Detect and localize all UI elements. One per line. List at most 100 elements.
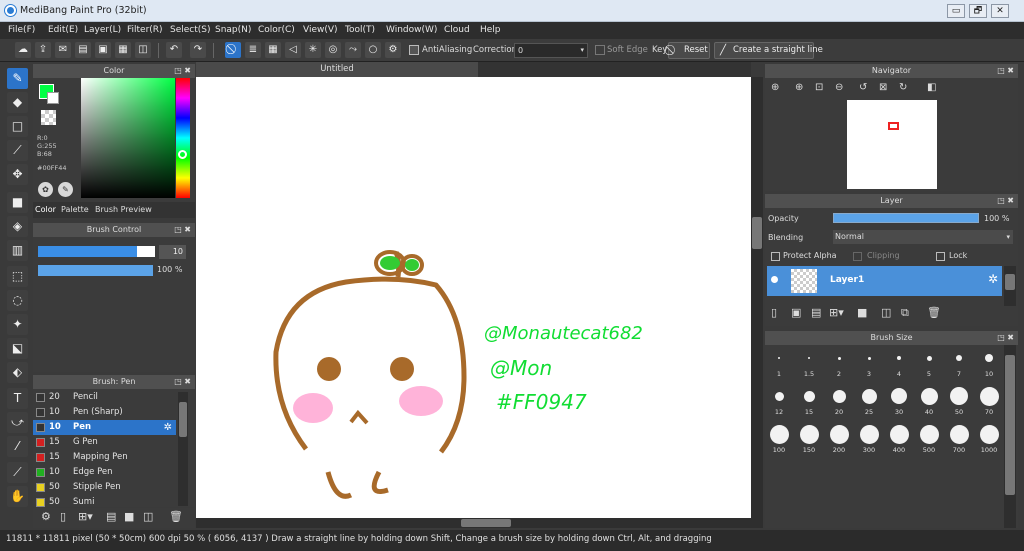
brush-size-preset[interactable] <box>859 424 879 444</box>
brush-size-preset[interactable] <box>861 388 877 404</box>
add-layer-menu-icon[interactable]: ⊞▾ <box>829 306 844 319</box>
new-layer-icon[interactable]: ▯ <box>771 306 777 319</box>
color-wheel-icon[interactable]: ✿ <box>38 182 53 197</box>
grid-icon[interactable]: ▦ <box>115 42 131 58</box>
brush-size-scroll-thumb[interactable] <box>1005 355 1015 495</box>
brush-size-preset[interactable] <box>799 424 819 444</box>
panel-float-close-icon[interactable]: ◳ ✖ <box>997 194 1014 208</box>
correction-select[interactable]: 0 ▾ <box>514 43 588 58</box>
brush-size-preset[interactable] <box>950 387 968 405</box>
undo-icon[interactable]: ↶ <box>166 42 182 58</box>
brush-size-preset[interactable] <box>837 356 841 360</box>
settings-snap-icon[interactable]: ⚙ <box>385 42 401 58</box>
new-8bit-layer-icon[interactable]: ▤ <box>811 306 821 319</box>
curve-snap-icon[interactable]: ⤳ <box>345 42 361 58</box>
hand-tool-icon[interactable]: ✋ <box>7 486 28 507</box>
divide-tool-icon[interactable]: ⁄ <box>7 436 28 457</box>
grid-snap-icon[interactable]: ▦ <box>265 42 281 58</box>
brush-list-item[interactable]: 10 Edge Pen <box>33 465 176 480</box>
brush-size-preset[interactable] <box>829 424 849 444</box>
brush-size-preset[interactable] <box>979 424 999 444</box>
panel-float-close-icon[interactable]: ◳ ✖ <box>997 64 1014 78</box>
menu-layer[interactable]: Layer(L) <box>84 25 121 35</box>
layer-opacity-slider[interactable] <box>833 213 979 223</box>
background-color-swatch[interactable] <box>47 92 59 104</box>
minimize-button[interactable]: ▭ <box>947 4 965 18</box>
add-brush-icon[interactable]: ⊞▾ <box>78 510 93 523</box>
menu-tool[interactable]: Tool(T) <box>345 25 375 35</box>
layer-settings-icon[interactable]: ✲ <box>988 272 998 286</box>
select-rect-icon[interactable]: ⬚ <box>7 266 28 287</box>
brush-list-scroll-thumb[interactable] <box>179 402 187 437</box>
bucket-tool-icon[interactable]: ◈ <box>7 216 28 237</box>
brush-size-preset[interactable] <box>778 357 780 359</box>
move-tool-icon[interactable]: ✥ <box>7 164 28 185</box>
gradient-tool-icon[interactable]: ▥ <box>7 240 28 261</box>
snap-off-icon[interactable]: ⃠ <box>225 42 241 58</box>
tab-brush-preview[interactable]: Brush Preview <box>95 205 152 214</box>
trash-icon[interactable]: 🗑 <box>927 306 941 319</box>
circle-snap-icon[interactable]: ○ <box>365 42 381 58</box>
layout-icon[interactable]: ◫ <box>135 42 151 58</box>
eraser-tool-icon[interactable]: ◆ <box>7 92 28 113</box>
lasso-tool-icon[interactable]: ◌ <box>7 290 28 311</box>
canvas-hscroll-thumb[interactable] <box>461 519 511 527</box>
transparent-color-swatch[interactable] <box>41 110 56 125</box>
trash-icon[interactable]: 🗑 <box>169 510 183 523</box>
rotate-left-icon[interactable]: ↺ <box>859 82 867 93</box>
canvas-hscrollbar[interactable] <box>196 518 763 528</box>
operation-tool-icon[interactable]: ⤻ <box>7 412 28 433</box>
brush-size-preset[interactable] <box>985 354 993 362</box>
tab-color[interactable]: Color <box>35 205 56 214</box>
brush-size-preset[interactable] <box>926 355 932 361</box>
menu-edit[interactable]: Edit(E) <box>48 25 78 35</box>
brush-size-preset[interactable] <box>867 356 871 360</box>
menu-help[interactable]: Help <box>480 25 501 35</box>
protect-alpha-checkbox[interactable] <box>771 252 780 261</box>
reset-view-icon[interactable]: ⊠ <box>879 82 887 93</box>
page-icon[interactable]: ▣ <box>95 42 111 58</box>
folder-icon[interactable]: ■ <box>857 306 867 319</box>
brush-size-slider[interactable] <box>38 246 155 257</box>
soft-edge-checkbox[interactable] <box>595 45 605 55</box>
menu-view[interactable]: View(V) <box>303 25 338 35</box>
visibility-icon[interactable] <box>771 276 778 283</box>
brush-settings-icon[interactable]: ▤ <box>106 510 116 523</box>
zoom-out-icon[interactable]: ⊖ <box>835 82 843 93</box>
document-tab[interactable]: Untitled <box>196 62 478 77</box>
close-window-button[interactable]: ✕ <box>991 4 1009 18</box>
duplicate-layer-icon[interactable]: ◫ <box>881 306 891 319</box>
brush-tool-icon[interactable]: ✎ <box>7 68 28 89</box>
brush-list-item[interactable]: 15 Mapping Pen <box>33 450 176 465</box>
brush-size-preset[interactable] <box>979 386 999 406</box>
hue-slider-handle[interactable] <box>178 150 187 159</box>
menu-snap[interactable]: Snap(N) <box>215 25 251 35</box>
menu-color[interactable]: Color(C) <box>258 25 295 35</box>
brush-size-preset[interactable] <box>920 387 938 405</box>
hue-slider[interactable] <box>176 78 190 198</box>
parallel-snap-icon[interactable]: ≣ <box>245 42 261 58</box>
reset-button[interactable]: ⃠Reset <box>668 42 710 59</box>
magic-wand-icon[interactable]: ✦ <box>7 314 28 335</box>
blending-select[interactable]: Normal ▾ <box>833 230 1013 244</box>
navigator-preview[interactable] <box>847 100 937 189</box>
merge-layer-icon[interactable]: ⧉ <box>901 306 909 320</box>
panel-float-close-icon[interactable]: ◳ ✖ <box>174 375 191 389</box>
cloud-brush-icon[interactable]: ⚙ <box>41 510 51 523</box>
brush-list-item[interactable]: 20 Pencil <box>33 390 176 405</box>
panel-float-close-icon[interactable]: ◳ ✖ <box>174 223 191 237</box>
brush-list-item[interactable]: 10 Pen ✲ <box>33 420 176 435</box>
dot-tool-icon[interactable]: ⟋ <box>7 140 28 161</box>
brush-list-item[interactable]: 50 Stipple Pen <box>33 480 176 495</box>
layer-row[interactable]: Layer1 ✲ <box>767 266 1002 296</box>
brush-size-preset[interactable] <box>769 424 789 444</box>
perspective-snap-icon[interactable]: ◁ <box>285 42 301 58</box>
brush-size-preset[interactable] <box>897 356 901 360</box>
menu-file[interactable]: File(F) <box>8 25 35 35</box>
brush-list-item[interactable]: 15 G Pen <box>33 435 176 450</box>
clipping-checkbox[interactable] <box>853 252 862 261</box>
brush-settings-icon[interactable]: ✲ <box>164 420 172 435</box>
flip-icon[interactable]: ◧ <box>927 82 936 93</box>
panel-float-close-icon[interactable]: ◳ ✖ <box>997 331 1014 345</box>
maximize-button[interactable]: 🗗 <box>969 4 987 18</box>
